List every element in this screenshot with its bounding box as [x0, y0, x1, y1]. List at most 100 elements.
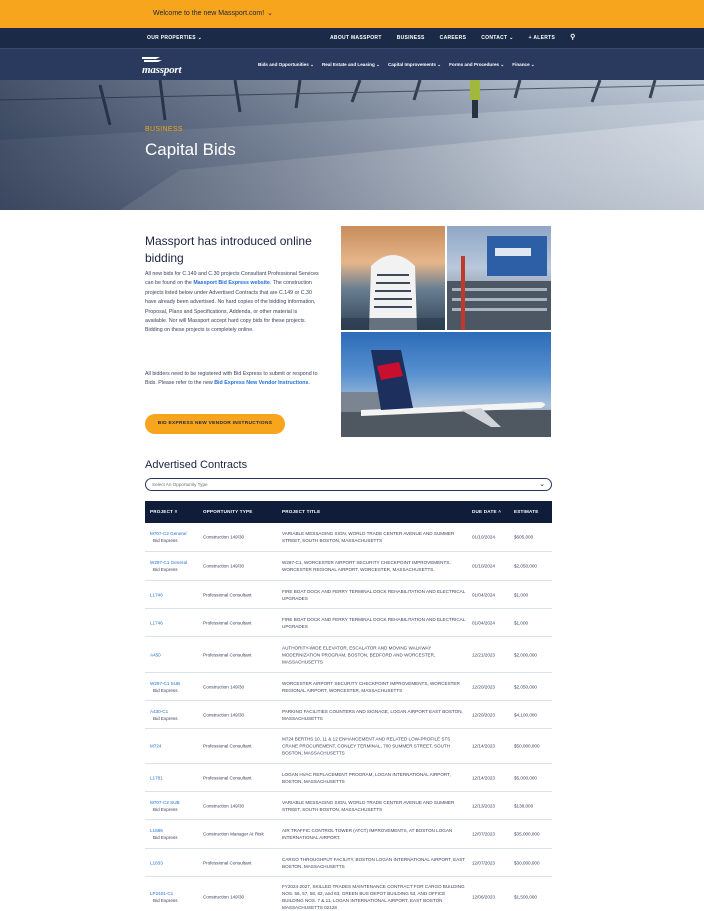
project-id-cell[interactable]: L1833 — [150, 859, 200, 866]
project-id-link[interactable]: L1686 — [150, 828, 163, 833]
project-id-link[interactable]: L1833 — [150, 860, 163, 865]
project-id-link[interactable]: LP2401-C1 — [150, 891, 173, 896]
airplane-illustration — [341, 350, 551, 437]
header-project[interactable]: PROJECT # — [150, 509, 177, 514]
terminal-building-photo — [447, 226, 551, 330]
project-id-cell[interactable]: L1781 — [150, 774, 200, 781]
opportunity-type-cell: Professional Consultant — [203, 743, 252, 749]
contracts-table: PROJECT # OPPORTUNITY TYPE PROJECT TITLE… — [145, 501, 552, 911]
massport-logo[interactable]: massport — [142, 55, 192, 77]
project-id-link[interactable]: M724 — [150, 744, 162, 749]
estimate-cell: $138,000 — [514, 803, 534, 808]
project-id-link[interactable]: L1781 — [150, 775, 163, 780]
due-date-cell: 12/14/2023 — [472, 743, 495, 749]
header-due-date[interactable]: DUE DATE ˄ — [472, 509, 501, 514]
bid-express-sublink[interactable]: Bid Express — [150, 806, 200, 813]
bid-express-sublink[interactable]: Bid Express — [150, 537, 200, 544]
estimate-cell: $1,000 — [514, 592, 529, 597]
welcome-bar: Welcome to the new Massport.com! ⌄ — [0, 0, 704, 28]
project-id-link[interactable]: A430-C1 — [150, 709, 168, 714]
chevron-down-icon: ⌄ — [310, 62, 314, 67]
estimate-cell: $2,050,000 — [514, 563, 537, 569]
project-title-cell: PARKING FACILITIES COUNTERS AND SIGNAGE,… — [282, 708, 463, 721]
project-id-link[interactable]: L1746 — [150, 592, 163, 597]
project-id-cell[interactable]: M707-C2 General Bid Express — [150, 530, 200, 544]
opportunity-type-cell: Professional Consultant — [203, 620, 252, 625]
bid-express-sublink[interactable]: Bid Express — [150, 715, 200, 722]
chevron-down-icon: ⌄ — [267, 10, 274, 17]
bid-express-sublink[interactable]: Bid Express — [150, 566, 200, 573]
bid-express-sublink[interactable]: Bid Express — [150, 834, 200, 841]
estimate-cell: $2,050,000 — [514, 684, 537, 689]
table-row: L1746 Professional Consultant FIRE BOAT DO… — [145, 581, 552, 609]
nav-item-capital[interactable]: Capital Improvements ⌄ — [388, 62, 441, 68]
table-row: M707-C2 General Bid Express Construction 1… — [145, 523, 552, 552]
utility-link-careers[interactable]: CAREERS — [440, 35, 467, 43]
nav-item-finance[interactable]: Finance ⌄ — [512, 62, 535, 68]
project-id-link[interactable]: L1746 — [150, 620, 163, 625]
nav-item-bids[interactable]: Bids and Opportunities ⌄ — [258, 62, 314, 68]
project-id-cell[interactable]: W297-C1 General Bid Express — [150, 559, 200, 573]
logo-wordmark: massport — [142, 64, 182, 76]
opportunity-type-cell: Professional Consultant — [203, 652, 252, 657]
project-id-link[interactable]: M707-C2 SUB — [150, 800, 180, 805]
opportunity-type-cell: Construction 149/30 — [203, 803, 245, 808]
due-date-cell: 01/10/2024 — [472, 563, 495, 569]
opportunity-type-cell: Construction 149/30 — [203, 894, 245, 899]
contact-label: CONTACT — [481, 35, 508, 41]
due-date-cell: 12/20/2023 — [472, 712, 495, 717]
project-title-cell: FIRE BOAT DOCK AND FERRY TERMINAL DOCK R… — [282, 616, 466, 629]
opportunity-type-select[interactable]: Select An Opportunity Type ⌄ — [145, 478, 552, 491]
project-id-cell[interactable]: L1746 — [150, 619, 200, 626]
project-id-link[interactable]: W297-C1 SUB — [150, 681, 180, 686]
table-row: LP2401-C1 Bid Express Construction 149/30 F… — [145, 877, 552, 911]
header-title[interactable]: PROJECT TITLE — [282, 509, 320, 514]
utility-link-business[interactable]: BUSINESS — [397, 35, 425, 43]
nav-label: Finance — [512, 62, 530, 67]
project-id-cell[interactable]: M724 — [150, 743, 200, 750]
airplane-photo — [341, 332, 551, 437]
opportunity-type-cell: Professional Consultant — [203, 592, 252, 597]
our-properties-menu[interactable]: OUR PROPERTIES ⌄ — [147, 35, 202, 41]
header-estimate[interactable]: ESTIMATE — [514, 509, 538, 514]
table-row: W297-C1 General Bid Express Construction 1… — [145, 552, 552, 581]
project-id-link[interactable]: A450 — [150, 652, 161, 657]
bid-express-link[interactable]: Massport Bid Express website — [193, 280, 270, 286]
bid-express-sublink[interactable]: Bid Express — [150, 897, 200, 904]
project-id-link[interactable]: M707-C2 General — [150, 531, 187, 536]
project-title-cell: LOGAN HVAC REPLACEMENT PROGRAM, LOGAN IN… — [282, 771, 451, 784]
nav-item-forms[interactable]: Forms and Procedures ⌄ — [449, 62, 504, 68]
project-id-cell[interactable]: L1686 Bid Express — [150, 827, 200, 841]
project-id-cell[interactable]: LP2401-C1 Bid Express — [150, 890, 200, 904]
nav-item-real-estate[interactable]: Real Estate and Leasing ⌄ — [322, 62, 380, 68]
table-body: M707-C2 General Bid Express Construction 1… — [145, 523, 552, 911]
utility-links: ABOUT MASSPORT BUSINESS CAREERS CONTACT … — [330, 33, 576, 43]
search-icon[interactable]: ⚲ — [570, 33, 575, 41]
utility-link-about[interactable]: ABOUT MASSPORT — [330, 35, 382, 43]
project-title-cell: VARIABLE MESSAGING SIGN, WORLD TRADE CEN… — [282, 799, 455, 812]
project-id-cell[interactable]: A430-C1 Bid Express — [150, 708, 200, 722]
page-title: Capital Bids — [145, 140, 236, 159]
project-id-cell[interactable]: L1746 — [150, 591, 200, 598]
project-id-link[interactable]: W297-C1 General — [150, 560, 187, 565]
due-date-cell: 12/21/2023 — [472, 652, 495, 657]
project-id-cell[interactable]: M707-C2 SUB Bid Express — [150, 799, 200, 813]
utility-bar: OUR PROPERTIES ⌄ ABOUT MASSPORT BUSINESS… — [0, 28, 704, 48]
logo-wings-icon — [142, 57, 162, 62]
vendor-instructions-link[interactable]: Bid Express New Vendor Instructions — [214, 380, 308, 386]
intro-paragraph-1: All new bids for C.149 and C.30 projects… — [145, 270, 320, 336]
select-placeholder: Select An Opportunity Type — [152, 482, 208, 487]
hero-overlay — [0, 80, 704, 210]
bid-express-sublink[interactable]: Bid Express — [150, 687, 200, 694]
opportunity-type-cell: Professional Consultant — [203, 775, 252, 780]
welcome-toggle[interactable]: Welcome to the new Massport.com! ⌄ — [153, 9, 273, 17]
utility-link-contact[interactable]: CONTACT ⌄ — [481, 35, 513, 43]
project-id-cell[interactable]: W297-C1 SUB Bid Express — [150, 680, 200, 694]
vendor-instructions-button[interactable]: BID EXPRESS NEW VENDOR INSTRUCTIONS — [145, 414, 285, 434]
cruise-ship-illustration — [341, 255, 445, 330]
utility-link-alerts[interactable]: + ALERTS — [529, 35, 556, 43]
due-date-cell: 12/13/2023 — [472, 803, 495, 808]
project-title-cell: FY2024-2027, SKILLED TRADES MAINTENANCE … — [282, 883, 465, 910]
project-id-cell[interactable]: A450 — [150, 651, 200, 658]
header-type[interactable]: OPPORTUNITY TYPE — [203, 509, 253, 514]
